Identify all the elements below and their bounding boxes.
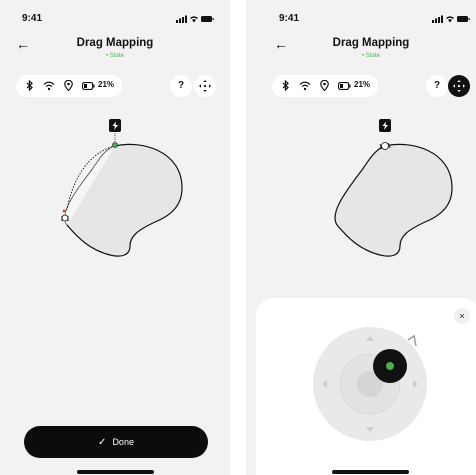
location-icon (64, 80, 73, 91)
help-button[interactable]: ? (426, 75, 448, 97)
device-toolbar: 21% ? (16, 75, 216, 97)
home-indicator (332, 470, 409, 474)
battery-icon (338, 82, 351, 90)
map-area (64, 143, 183, 257)
status-bar: 9:41 (0, 13, 230, 27)
joystick-knob[interactable] (373, 349, 407, 383)
status-time: 9:41 (22, 13, 43, 24)
status-bar: 9:41 (246, 13, 476, 27)
wifi-icon (43, 81, 55, 91)
top-bar: ← Drag Mapping • State (0, 34, 230, 62)
move-mode-button[interactable] (194, 75, 216, 97)
joystick-control[interactable] (312, 326, 428, 442)
battery-level: 21% (354, 80, 371, 89)
close-button[interactable]: × (454, 308, 470, 324)
move-icon (453, 80, 465, 92)
page-title: Drag Mapping (76, 37, 154, 49)
home-indicator (77, 470, 154, 474)
map-area (334, 143, 453, 257)
status-time: 9:41 (279, 13, 300, 24)
battery-icon (82, 82, 95, 90)
state-label: • State (362, 53, 380, 59)
state-label: • State (106, 53, 124, 59)
help-icon: ? (177, 80, 185, 91)
device-toolbar: 21% ? (272, 75, 472, 97)
help-icon: ? (433, 80, 441, 91)
map-canvas[interactable] (258, 110, 476, 270)
close-icon: × (459, 311, 465, 321)
system-status-icons (176, 15, 214, 23)
battery-level: 21% (98, 80, 115, 89)
done-button[interactable]: ✓ Done (24, 426, 208, 458)
location-icon (320, 80, 329, 91)
connection-status-pill: 21% (16, 75, 122, 97)
bluetooth-icon (282, 80, 289, 91)
move-mode-button[interactable] (448, 75, 470, 97)
map-canvas[interactable] (0, 110, 230, 270)
move-icon (199, 80, 211, 92)
done-label: Done (112, 437, 134, 447)
bluetooth-icon (26, 80, 33, 91)
wifi-icon (299, 81, 311, 91)
top-bar: ← Drag Mapping • State (246, 34, 476, 62)
charging-dock-icon (109, 119, 121, 132)
page-title: Drag Mapping (332, 37, 410, 49)
help-button[interactable]: ? (170, 75, 192, 97)
connection-status-pill: 21% (272, 75, 378, 97)
check-icon: ✓ (98, 437, 107, 448)
phone-left: 9:41 ← Drag Mapping • State 21% ? ✓ Done (0, 0, 230, 475)
phone-right: 9:41 ← Drag Mapping • State 21% ? × (246, 0, 476, 475)
system-status-icons (432, 15, 470, 23)
charging-dock-icon (379, 119, 391, 132)
